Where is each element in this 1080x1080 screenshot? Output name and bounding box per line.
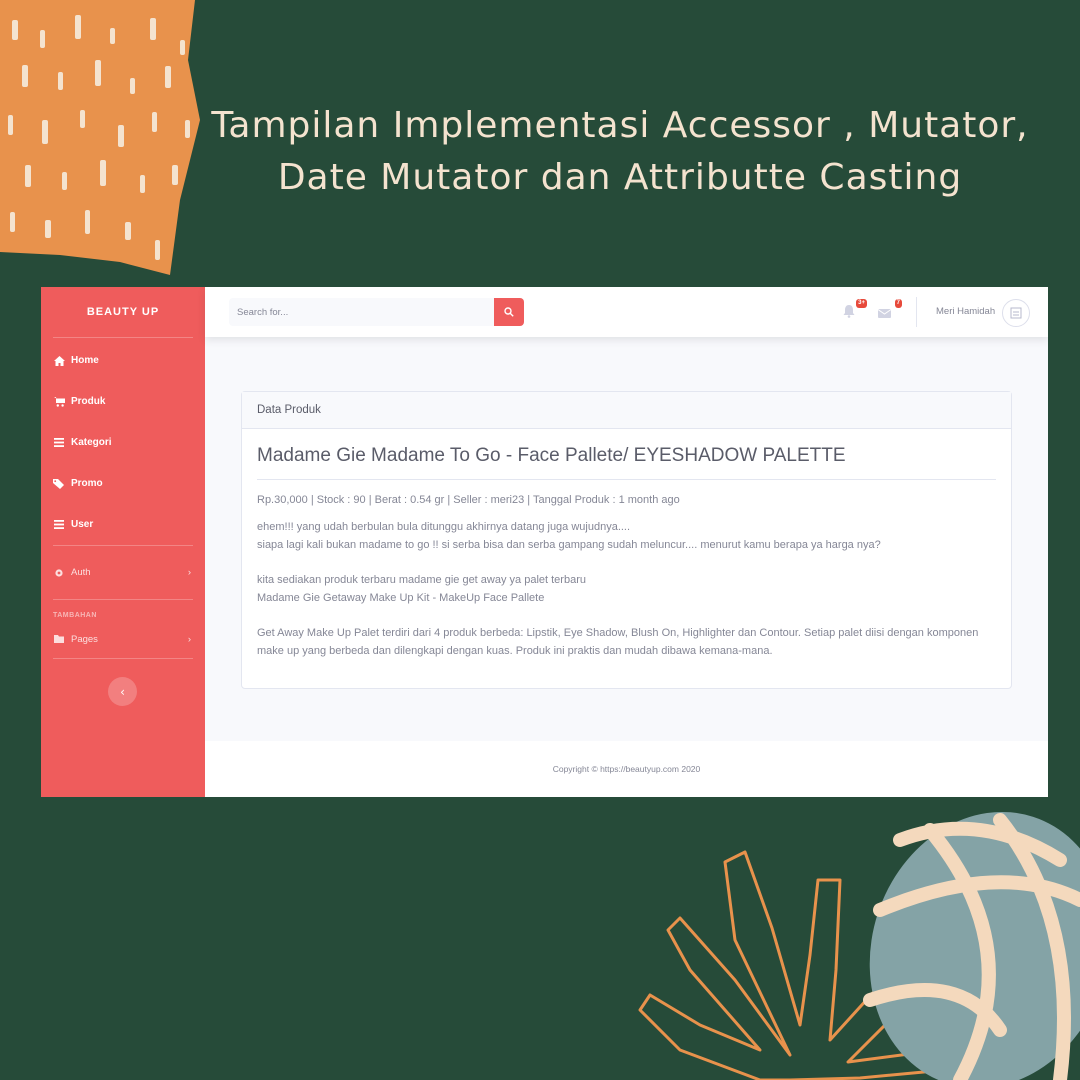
user-name[interactable]: Meri Hamidah bbox=[936, 306, 995, 317]
sidebar-item-label: Promo bbox=[71, 478, 103, 489]
sidebar-item-pages[interactable]: Pages › bbox=[41, 622, 205, 656]
home-icon bbox=[53, 355, 65, 367]
description-line: kita sediakan produk terbaru madame gie … bbox=[257, 574, 586, 586]
alerts-badge: 3+ bbox=[856, 299, 867, 308]
slide-title-line-2: Date Mutator dan Attributte Casting bbox=[277, 157, 963, 198]
topbar-divider bbox=[916, 297, 917, 327]
description-line: ehem!!! yang udah berbulan bula ditunggu… bbox=[257, 521, 631, 533]
product-description: ehem!!! yang udah berbulan bula ditunggu… bbox=[257, 518, 996, 660]
search-button[interactable] bbox=[494, 298, 524, 326]
sidebar: BEAUTY UP Home Produk Kategori Promo Use… bbox=[41, 287, 205, 797]
envelope-icon bbox=[877, 309, 892, 318]
sidebar-item-label: Produk bbox=[71, 396, 106, 407]
product-title: Madame Gie Madame To Go - Face Pallete/ … bbox=[257, 445, 996, 480]
footer-copyright: Copyright © https://beautyup.com 2020 bbox=[205, 741, 1048, 797]
sidebar-item-home[interactable]: Home bbox=[41, 340, 205, 381]
chevron-right-icon: › bbox=[187, 633, 191, 645]
tags-icon bbox=[53, 478, 65, 490]
description-line: Madame Gie Getaway Make Up Kit - MakeUp … bbox=[257, 592, 545, 604]
folder-icon bbox=[53, 633, 65, 645]
messages-badge: 7 bbox=[894, 299, 902, 308]
card-body: Madame Gie Madame To Go - Face Pallete/ … bbox=[242, 445, 1011, 660]
search-form bbox=[229, 298, 524, 326]
sidebar-item-label: Kategori bbox=[71, 437, 112, 448]
sidebar-item-user[interactable]: User bbox=[41, 504, 205, 545]
sidebar-item-label: Pages bbox=[71, 633, 98, 645]
sidebar-divider bbox=[53, 658, 193, 659]
chevron-left-icon: ‹ bbox=[120, 684, 125, 699]
orange-brush-decoration bbox=[0, 0, 200, 275]
chevron-right-icon: › bbox=[187, 567, 191, 578]
sidebar-item-auth[interactable]: Auth › bbox=[41, 546, 205, 599]
product-card: Data Produk Madame Gie Madame To Go - Fa… bbox=[241, 391, 1012, 689]
sidebar-item-label: Auth bbox=[71, 567, 91, 578]
bars-icon bbox=[53, 437, 65, 449]
sidebar-item-kategori[interactable]: Kategori bbox=[41, 422, 205, 463]
search-icon bbox=[504, 307, 514, 317]
card-header: Data Produk bbox=[242, 392, 1011, 429]
product-meta: Rp.30,000 | Stock : 90 | Berat : 0.54 gr… bbox=[257, 494, 680, 506]
bell-icon bbox=[843, 305, 855, 318]
search-input[interactable] bbox=[229, 298, 495, 326]
sidebar-item-promo[interactable]: Promo bbox=[41, 463, 205, 504]
avatar[interactable] bbox=[1002, 299, 1030, 327]
bars-icon bbox=[53, 519, 65, 531]
sidebar-brand[interactable]: BEAUTY UP bbox=[53, 287, 193, 338]
user-avatar-icon bbox=[1010, 307, 1022, 319]
sidebar-item-produk[interactable]: Produk bbox=[41, 381, 205, 422]
slide-title-line-1: Tampilan Implementasi Accessor , Mutator… bbox=[211, 105, 1029, 146]
app-window: BEAUTY UP Home Produk Kategori Promo Use… bbox=[41, 287, 1048, 797]
description-line: siapa lagi kali bukan madame to go !! si… bbox=[257, 539, 881, 551]
topbar: 3+ 7 Meri Hamidah bbox=[205, 287, 1048, 337]
description-paragraph: Get Away Make Up Palet terdiri dari 4 pr… bbox=[257, 627, 979, 657]
cog-icon bbox=[53, 567, 65, 579]
cart-icon bbox=[53, 396, 65, 408]
sidebar-item-label: User bbox=[71, 519, 94, 530]
slide-title: Tampilan Implementasi Accessor , Mutator… bbox=[180, 100, 1060, 204]
sidebar-heading: TAMBAHAN bbox=[53, 612, 97, 619]
sidebar-item-label: Home bbox=[71, 355, 99, 366]
sidebar-toggle-button[interactable]: ‹ bbox=[108, 677, 137, 706]
messages-button[interactable]: 7 bbox=[877, 299, 902, 319]
alerts-button[interactable]: 3+ bbox=[843, 299, 867, 319]
bottom-decoration bbox=[0, 800, 1080, 1080]
